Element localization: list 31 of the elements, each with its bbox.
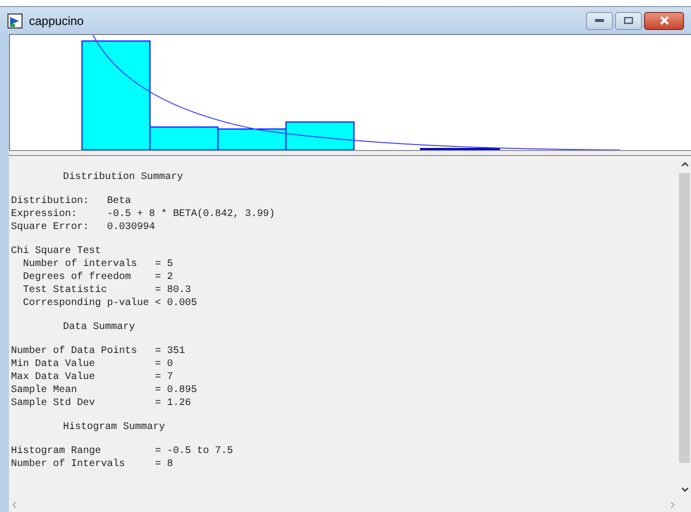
report-line: Square Error: 0.030994 <box>11 222 156 233</box>
minimize-icon <box>595 19 604 22</box>
window-title: cappucino <box>29 12 84 30</box>
report-line: Number of Intervals = 8 <box>11 459 174 470</box>
report-line: Histogram Range = -0.5 to 7.5 <box>11 446 234 457</box>
report-line: Sample Mean = 0.895 <box>11 385 198 396</box>
scroll-right-icon <box>670 501 675 509</box>
report-line: Corresponding p-value < 0.005 <box>22 298 198 309</box>
report-line: Degrees of freedom = 2 <box>22 272 174 283</box>
scroll-left-icon <box>12 501 17 509</box>
app-icon <box>7 12 23 28</box>
close-button[interactable] <box>644 12 684 30</box>
report-line: Expression: -0.5 + 8 * BETA(0.842, 3.99) <box>11 209 276 220</box>
report-line: Sample Std Dev = 1.26 <box>11 398 192 409</box>
minimize-button[interactable] <box>586 12 613 30</box>
report-line: Test Statistic = 80.3 <box>22 285 192 296</box>
section-heading: Data Summary <box>63 322 136 333</box>
report-line: Number of intervals = 5 <box>22 259 174 270</box>
report-line: Number of Data Points = 351 <box>11 346 186 357</box>
maximize-button[interactable] <box>615 12 642 30</box>
scroll-thumb[interactable] <box>679 173 690 463</box>
maximize-icon <box>624 17 633 24</box>
report-line: Min Data Value = 0 <box>11 359 174 370</box>
section-heading: Histogram Summary <box>63 422 166 433</box>
scroll-up-icon <box>680 162 688 167</box>
report-line: Chi Square Test <box>11 246 102 257</box>
close-icon <box>660 16 668 25</box>
scroll-down-icon <box>680 487 688 492</box>
report-line: Max Data Value = 7 <box>11 372 174 383</box>
section-heading: Distribution Summary <box>63 172 184 183</box>
report-line: Distribution: Beta <box>11 196 132 207</box>
